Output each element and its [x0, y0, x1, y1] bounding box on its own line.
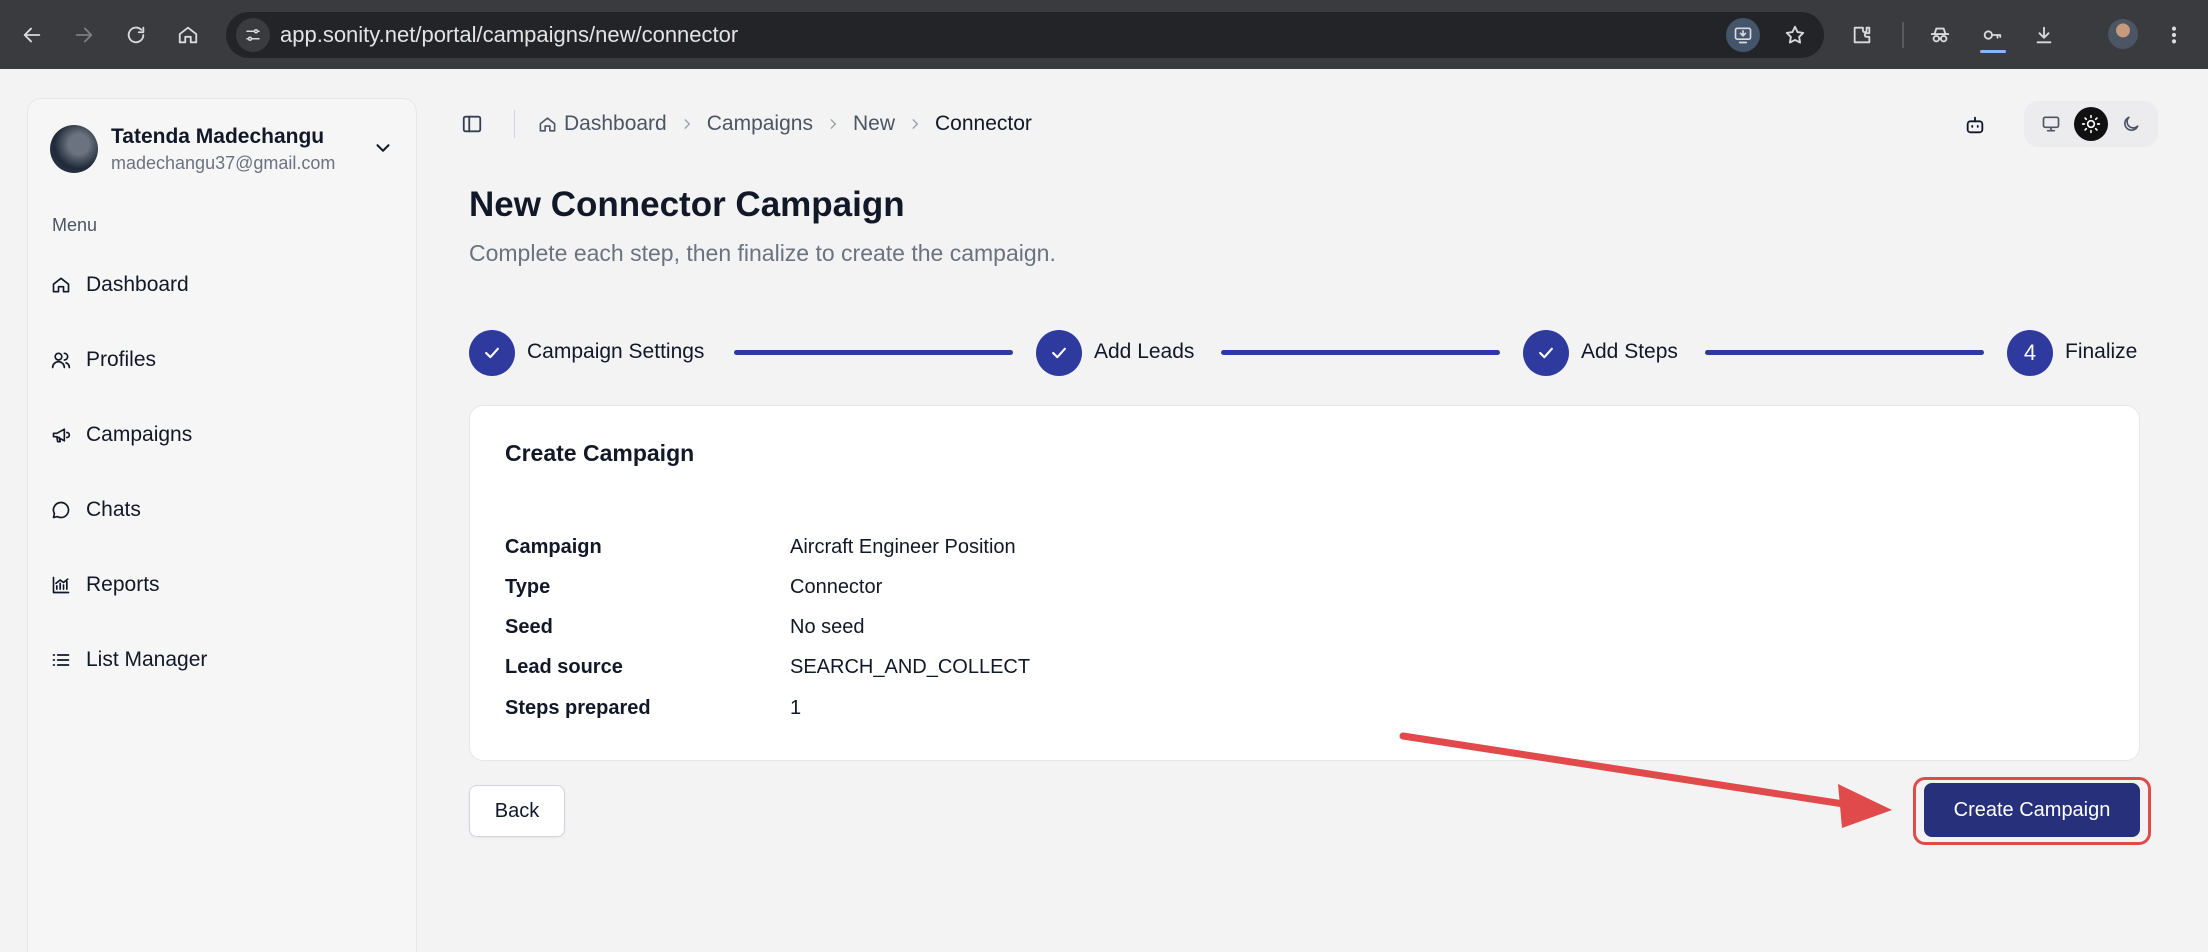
- users-icon: [50, 349, 72, 371]
- download-icon[interactable]: [2026, 17, 2062, 53]
- step-1-check-icon: [469, 330, 515, 376]
- sidebar-item-label: Reports: [86, 573, 160, 596]
- sun-icon[interactable]: [2074, 107, 2108, 141]
- address-bar[interactable]: app.sonity.net/portal/campaigns/new/conn…: [226, 12, 1824, 58]
- step-3-check-icon: [1523, 330, 1569, 376]
- summary-key: Steps prepared: [505, 697, 651, 719]
- sidebar-item-list-manager[interactable]: List Manager: [50, 637, 390, 683]
- user-name: Tatenda Madechangu: [111, 125, 325, 148]
- breadcrumb-dashboard[interactable]: Dashboard: [564, 112, 667, 136]
- chart-icon: [50, 574, 72, 596]
- summary-value: 1: [790, 697, 802, 719]
- summary-key: Lead source: [505, 656, 623, 678]
- sidebar-item-dashboard[interactable]: Dashboard: [50, 262, 390, 308]
- sidebar-item-label: Chats: [86, 498, 141, 521]
- more-vertical-icon[interactable]: [2156, 17, 2192, 53]
- header-divider: [514, 110, 515, 138]
- card-title: Create Campaign: [505, 440, 695, 466]
- home-icon[interactable]: [170, 17, 206, 53]
- step-4-label: Finalize: [2065, 340, 2138, 363]
- sidebar-item-label: List Manager: [86, 648, 208, 671]
- home-icon: [538, 114, 558, 134]
- step-1-label: Campaign Settings: [527, 340, 705, 363]
- summary-key: Type: [505, 576, 551, 598]
- toolbar-divider: [1902, 22, 1904, 48]
- url-text: app.sonity.net/portal/campaigns/new/conn…: [280, 22, 739, 47]
- breadcrumb-campaigns[interactable]: Campaigns: [707, 112, 813, 136]
- browser-profile-avatar[interactable]: [2108, 19, 2138, 49]
- sidebar-item-campaigns[interactable]: Campaigns: [50, 412, 390, 458]
- theme-switcher: [2024, 101, 2158, 147]
- summary-value: SEARCH_AND_COLLECT: [790, 656, 1031, 678]
- chat-bubble-icon: [50, 499, 72, 521]
- summary-card: Create Campaign Campaign Aircraft Engine…: [469, 405, 2140, 761]
- sidebar-item-reports[interactable]: Reports: [50, 562, 390, 608]
- chevron-right-icon: [907, 117, 923, 131]
- step-2-check-icon: [1036, 330, 1082, 376]
- step-connector: [1705, 350, 1984, 355]
- sidebar-item-chats[interactable]: Chats: [50, 487, 390, 533]
- step-connector: [1221, 350, 1500, 355]
- summary-value: No seed: [790, 616, 865, 638]
- summary-value: Connector: [790, 576, 883, 598]
- toggle-sidebar-icon[interactable]: [458, 110, 486, 138]
- chevron-down-icon[interactable]: [372, 137, 394, 159]
- sidebar-item-label: Dashboard: [86, 273, 189, 296]
- page-subtitle: Complete each step, then finalize to cre…: [469, 240, 1056, 266]
- breadcrumb-new[interactable]: New: [853, 112, 895, 136]
- monitor-icon[interactable]: [2034, 107, 2068, 141]
- back-arrow-icon[interactable]: [14, 17, 50, 53]
- moon-icon[interactable]: [2114, 107, 2148, 141]
- chevron-right-icon: [679, 117, 695, 131]
- breadcrumb: Dashboard Campaigns New Connector: [538, 108, 1032, 140]
- step-4-number: 4: [2007, 330, 2053, 376]
- list-icon: [50, 649, 72, 671]
- menu-heading: Menu: [52, 215, 98, 235]
- avatar: [50, 125, 98, 173]
- summary-key: Seed: [505, 616, 553, 638]
- forward-arrow-icon[interactable]: [66, 17, 102, 53]
- step-2-label: Add Leads: [1094, 340, 1195, 363]
- home-icon: [50, 274, 72, 296]
- page-title: New Connector Campaign: [469, 185, 905, 224]
- sidebar-item-profiles[interactable]: Profiles: [50, 337, 390, 383]
- extensions-puzzle-icon[interactable]: [1844, 17, 1880, 53]
- bot-icon[interactable]: [1962, 112, 1988, 138]
- install-app-icon[interactable]: [1726, 18, 1760, 52]
- chevron-right-icon: [825, 117, 841, 131]
- step-connector: [734, 350, 1013, 355]
- user-switcher[interactable]: Tatenda Madechangu madechangu37@gmail.co…: [50, 123, 400, 183]
- summary-value: Aircraft Engineer Position: [790, 536, 1016, 558]
- user-email: madechangu37@gmail.com: [111, 153, 336, 173]
- browser-toolbar: app.sonity.net/portal/campaigns/new/conn…: [0, 0, 2208, 69]
- create-campaign-button[interactable]: Create Campaign: [1924, 783, 2140, 837]
- sidebar-item-label: Profiles: [86, 348, 157, 371]
- bookmark-star-icon[interactable]: [1778, 18, 1812, 52]
- summary-key: Campaign: [505, 536, 602, 558]
- breadcrumb-current: Connector: [934, 112, 1032, 135]
- password-key-icon[interactable]: [1974, 17, 2010, 53]
- incognito-spy-icon[interactable]: [1922, 17, 1958, 53]
- sidebar-item-label: Campaigns: [86, 423, 193, 446]
- active-indicator: [1980, 50, 2006, 53]
- back-button[interactable]: Back: [469, 785, 565, 837]
- megaphone-icon: [50, 424, 72, 446]
- reload-icon[interactable]: [118, 17, 154, 53]
- step-3-label: Add Steps: [1581, 340, 1678, 363]
- site-settings-icon[interactable]: [236, 18, 270, 52]
- sidebar: Tatenda Madechangu madechangu37@gmail.co…: [27, 98, 417, 952]
